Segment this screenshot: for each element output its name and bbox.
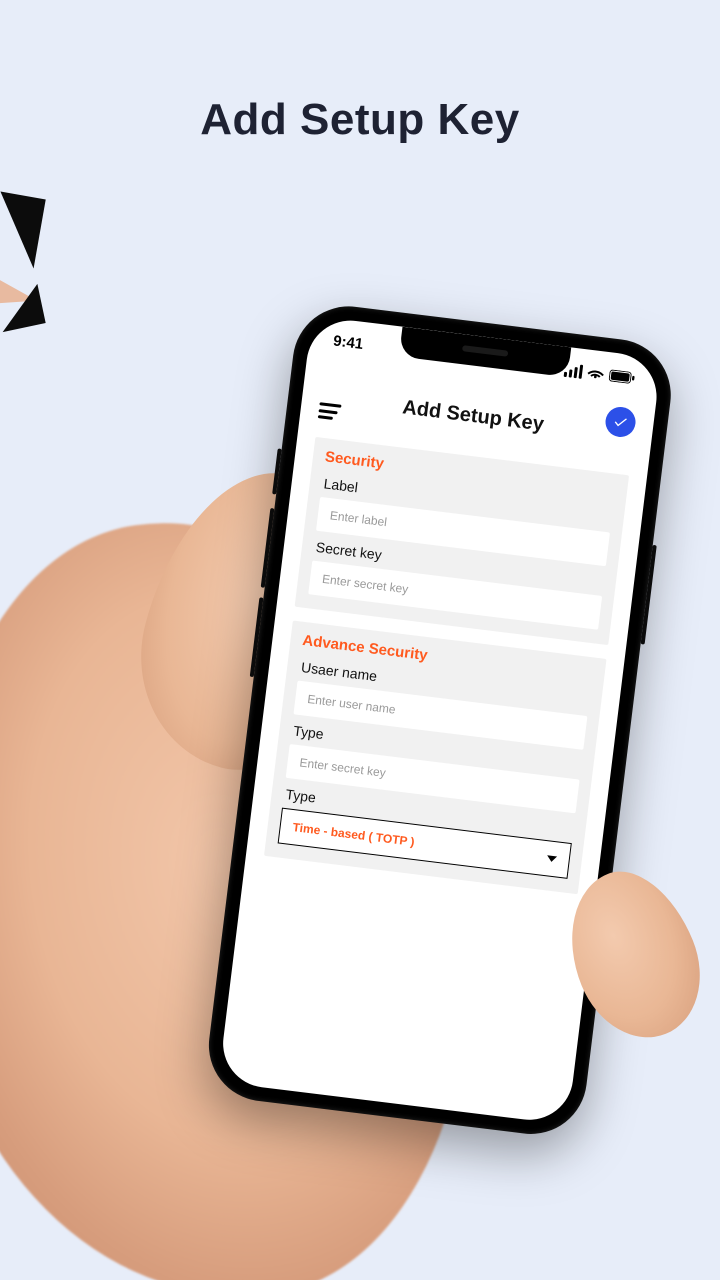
wifi-icon: [587, 366, 605, 380]
advance-security-section: Advance Security Usaer name Type Type Ti…: [264, 621, 607, 895]
menu-icon[interactable]: [318, 402, 342, 421]
decorative-shape: [0, 284, 46, 332]
check-icon: [612, 413, 630, 431]
signal-icon: [564, 362, 584, 378]
battery-icon: [608, 369, 635, 384]
confirm-button[interactable]: [604, 405, 637, 438]
status-time: 9:41: [332, 332, 364, 353]
page-title: Add Setup Key: [0, 95, 720, 145]
type-dropdown-value: Time - based ( TOTP ): [292, 820, 415, 849]
app-title: Add Setup Key: [341, 388, 606, 443]
security-section: Security Label Secret key: [295, 437, 629, 645]
decorative-shape: [0, 192, 46, 269]
chevron-down-icon: [546, 855, 557, 862]
